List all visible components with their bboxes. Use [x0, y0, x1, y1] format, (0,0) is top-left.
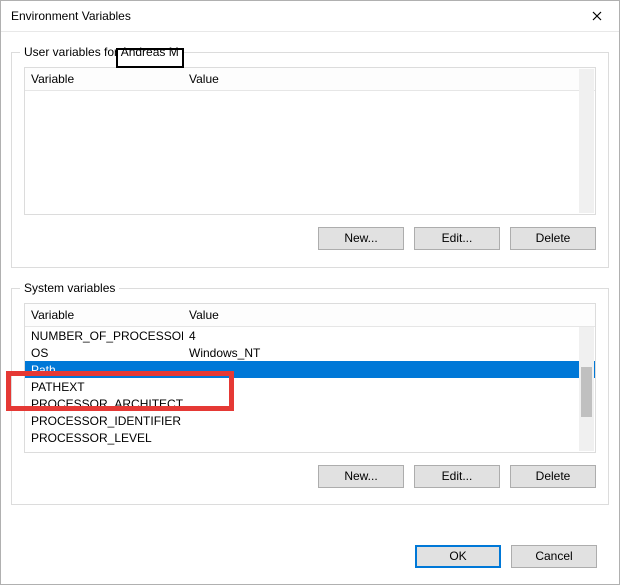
cell-variable: NUMBER_OF_PROCESSORS: [25, 329, 183, 343]
cell-variable: PROCESSOR_LEVEL: [25, 431, 183, 445]
dialog-content: User variables for Andreas M Variable Va…: [1, 32, 619, 505]
user-list-header: Variable Value: [25, 68, 595, 91]
user-variables-label-prefix: User variables for: [24, 45, 118, 59]
table-row[interactable]: PROCESSOR_ARCHITECTURE: [25, 395, 595, 412]
system-buttons-row: New... Edit... Delete: [24, 465, 596, 488]
system-col-value-header[interactable]: Value: [183, 308, 595, 322]
user-new-button[interactable]: New...: [318, 227, 404, 250]
user-variables-list[interactable]: Variable Value: [24, 67, 596, 215]
ok-button[interactable]: OK: [415, 545, 501, 568]
system-variables-group: System variables Variable Value NUMBER_O…: [11, 288, 609, 505]
system-col-variable-header[interactable]: Variable: [25, 308, 183, 322]
close-button[interactable]: [575, 1, 619, 31]
user-list-scrollbar[interactable]: [579, 69, 594, 213]
user-delete-button[interactable]: Delete: [510, 227, 596, 250]
cell-variable: PROCESSOR_ARCHITECTURE: [25, 397, 183, 411]
environment-variables-dialog: Environment Variables User variables for…: [0, 0, 620, 585]
system-edit-button[interactable]: Edit...: [414, 465, 500, 488]
system-list-scrollbar[interactable]: [579, 327, 594, 451]
user-variables-group: User variables for Andreas M Variable Va…: [11, 52, 609, 268]
table-row[interactable]: Path: [25, 361, 595, 378]
cell-value: 4: [183, 329, 595, 343]
dialog-footer: OK Cancel: [415, 545, 597, 568]
table-row[interactable]: NUMBER_OF_PROCESSORS4: [25, 327, 595, 344]
system-variables-label: System variables: [20, 281, 119, 295]
system-variables-list[interactable]: Variable Value NUMBER_OF_PROCESSORS4OSWi…: [24, 303, 596, 453]
system-scroll-thumb[interactable]: [581, 367, 592, 417]
table-row[interactable]: PROCESSOR_LEVEL: [25, 429, 595, 446]
titlebar: Environment Variables: [1, 1, 619, 32]
user-edit-button[interactable]: Edit...: [414, 227, 500, 250]
cell-variable: PROCESSOR_IDENTIFIER: [25, 414, 183, 428]
user-variables-label: User variables for Andreas M: [20, 45, 183, 59]
system-new-button[interactable]: New...: [318, 465, 404, 488]
system-delete-button[interactable]: Delete: [510, 465, 596, 488]
user-variables-username: Andreas M: [121, 45, 179, 59]
cell-variable: OS: [25, 346, 183, 360]
window-title: Environment Variables: [11, 9, 131, 23]
cancel-button[interactable]: Cancel: [511, 545, 597, 568]
cell-variable: PATHEXT: [25, 380, 183, 394]
cell-variable: Path: [25, 363, 183, 377]
cell-value: Windows_NT: [183, 346, 595, 360]
system-list-header: Variable Value: [25, 304, 595, 327]
system-rows: NUMBER_OF_PROCESSORS4OSWindows_NTPathPAT…: [25, 327, 595, 446]
close-icon: [592, 9, 602, 24]
table-row[interactable]: PROCESSOR_IDENTIFIER: [25, 412, 595, 429]
table-row[interactable]: PATHEXT: [25, 378, 595, 395]
table-row[interactable]: OSWindows_NT: [25, 344, 595, 361]
user-buttons-row: New... Edit... Delete: [24, 227, 596, 250]
user-scroll-thumb[interactable]: [581, 69, 592, 213]
user-col-variable-header[interactable]: Variable: [25, 72, 183, 86]
user-col-value-header[interactable]: Value: [183, 72, 595, 86]
